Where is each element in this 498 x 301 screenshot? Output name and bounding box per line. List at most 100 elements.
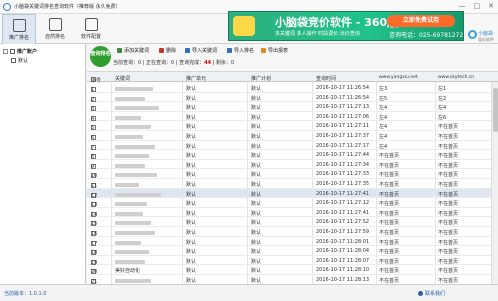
table-row[interactable]: 8 默认 默认 2016-10-17 11:27:44 不在首页 不在首页 [87,150,498,160]
import-icon [227,48,232,53]
collapse-icon[interactable] [3,49,8,54]
plan-cell: 默认 [251,268,262,275]
time-cell: 2016-10-17 11:26:54 [316,94,370,101]
brand-sub: 竞价软件 [478,37,494,42]
redacted-keyword [115,173,157,178]
add-keyword-button[interactable]: 添加关键词 [117,47,149,54]
unit-cell: 默认 [186,182,197,188]
tree-child[interactable]: 默认 [11,57,28,64]
operations-bar: 查询排名 添加关键词 删除 导入关键词 导入排名 导出报表 当前查询：0 | 正… [87,44,498,72]
plan-cell: 默认 [251,191,262,198]
table-row[interactable]: 6 默认 默认 2016-10-17 11:27:37 左4 不在首页 [87,131,498,141]
checkbox[interactable] [11,58,16,63]
time-cell: 2016-10-17 11:27:13 [316,104,370,111]
redacted-keyword [115,115,141,120]
redacted-keyword [115,240,141,245]
header-site-a[interactable]: www.yangxiu.net [379,75,418,80]
import-keyword-button[interactable]: 导入关键词 [185,47,217,54]
scrollbar-thumb[interactable] [493,88,498,132]
plan-cell: 默认 [251,134,262,140]
plan-cell: 默认 [251,153,262,160]
plan-cell: 默认 [251,220,262,227]
plan-cell: 默认 [251,143,262,150]
time-cell: 2016-10-17 11:27:59 [316,229,370,235]
table-row[interactable]: 13 默认 默认 2016-10-17 11:27:12 不在首页 不在首页 [87,198,498,208]
header-plan[interactable]: 推广计划 [251,75,271,82]
table-row[interactable]: 20 美好自动化 默认 默认 2016-10-17 11:28:10 不在首页 不在首页 [87,265,498,275]
keyword-cell: 美好自动化 [115,268,141,275]
time-cell: 2016-10-17 11:27:12 [316,200,370,207]
table-row[interactable]: 18 默认 默认 2016-10-17 11:28:04 不在首页 不在首页 [87,246,498,256]
rank-cell-site-b: 左4 [438,105,447,112]
vertical-scrollbar[interactable] [491,82,498,284]
plan-cell: 默认 [251,258,262,265]
table-row[interactable]: 10 默认 默认 2016-10-17 11:27:33 不在首页 不在首页 [87,169,498,179]
tab-label: 推广排名 [8,35,29,41]
brand-name: 小脑袋 [478,31,494,37]
header-unit[interactable]: 推广单元 [186,75,206,82]
table-row[interactable]: 4 默认 默认 2016-10-17 11:27:06 左4 左6 [87,112,498,122]
unit-cell: 默认 [186,278,197,284]
add-keyword-label: 添加关键词 [124,48,150,54]
table-row[interactable]: 19 默认 默认 2016-10-17 11:28:07 不在首页 不在首页 [87,256,498,266]
tab-promotion-rank[interactable]: 推广排名 [2,14,36,44]
unit-cell: 默认 [186,114,197,121]
tree-root[interactable]: 推广账户 [3,48,37,55]
rank-cell-site-a: 不在首页 [379,172,400,179]
table-row[interactable]: 1 默认 默认 2016-10-17 11:26:54 左3 左1 [87,83,498,93]
header-keyword[interactable]: 关键词 [115,75,130,82]
rank-cell-site-b: 不在首页 [438,220,459,227]
unit-cell: 默认 [186,249,197,256]
table-row[interactable]: 14 默认 默认 2016-10-17 11:27:41 不在首页 不在首页 [87,208,498,218]
plan-cell: 默认 [251,239,262,246]
banner-title: 小脑袋竞价软件 - 360版 [275,16,399,29]
stats-text: 当前查询：0 | 正在查询：0 | 查询完成： [113,60,205,66]
redacted-keyword [115,135,143,139]
delete-button[interactable]: 删除 [159,47,176,54]
ad-banner[interactable]: 小脑袋竞价软件 - 360版 多关键词 多人操作 时段调价 出价查询 立即免费试… [228,11,464,41]
time-cell: 2016-10-17 11:28:13 [316,277,370,283]
table-row[interactable]: 5 默认 默认 2016-10-17 11:27:11 左4 不在首页 [87,121,498,131]
window-controls: — □ ✕ [459,2,495,10]
time-cell: 2016-10-17 11:26:54 [316,85,370,91]
header-time[interactable]: 查询时间 [316,75,336,82]
table-row[interactable]: 2 默认 默认 2016-10-17 11:26:54 左5 左2 [87,93,498,103]
plan-cell: 默认 [251,172,262,179]
time-cell: 2016-10-17 11:27:33 [316,171,370,178]
table-row[interactable]: 16 默认 默认 2016-10-17 11:27:59 不在首页 不在首页 [87,227,498,237]
import-rank-button[interactable]: 导入排名 [227,47,254,54]
table-row[interactable]: 3 默认 默认 2016-10-17 11:27:13 左4 左4 [87,102,498,112]
import-icon [185,48,190,53]
rank-cell-site-a: 不在首页 [379,210,400,217]
redacted-keyword [115,231,155,235]
tab-settings[interactable]: 软件配置 [74,14,108,44]
table-row[interactable]: 7 默认 默认 2016-10-17 11:27:17 左4 不在首页 [87,141,498,151]
table-row[interactable]: 17 默认 默认 2016-10-17 11:28:01 不在首页 不在首页 [87,237,498,247]
redacted-keyword [115,221,151,226]
table-row[interactable]: 9 默认 默认 2016-10-17 11:27:34 不在首页 不在首页 [87,160,498,170]
rank-cell-site-a: 不在首页 [379,268,400,275]
contact-link[interactable]: 联系我们 [418,290,445,297]
tab-natural-rank[interactable]: 自然排名 [38,14,72,44]
maximize-icon[interactable]: □ [474,2,481,10]
checkbox[interactable] [10,49,15,54]
header-site-b[interactable]: www.skytech.cn [438,75,474,80]
export-report-button[interactable]: 导出报表 [261,47,288,54]
close-icon[interactable]: ✕ [488,2,494,10]
free-trial-button[interactable]: 立即免费试用 [387,15,455,27]
time-cell: 2016-10-17 11:27:35 [316,181,370,187]
table-row[interactable]: 12 默认 默认 2016-10-17 11:27:41 不在首页 不在首页 [87,188,498,199]
rank-cell-site-a: 不在首页 [379,201,400,208]
rank-cell-site-a: 左4 [379,143,388,150]
table-row[interactable]: 11 默认 默认 2016-10-17 11:27:35 不在首页 不在首页 [87,179,498,189]
table-row[interactable]: 21 默认 默认 2016-10-17 11:28:13 不在首页 不在首页 [87,275,498,284]
minimize-icon[interactable]: — [459,2,466,10]
rank-cell-site-b: 不在首页 [438,201,459,208]
table-row[interactable]: 15 默认 默认 2016-10-17 11:27:52 不在首页 不在首页 [87,217,498,227]
query-rank-button[interactable]: 查询排名 [90,46,111,67]
unit-cell: 默认 [186,191,197,198]
time-cell: 2016-10-17 11:27:34 [316,161,370,168]
time-cell: 2016-10-17 11:27:44 [316,152,370,159]
import-rank-label: 导入排名 [234,48,255,54]
rank-cell-site-b: 不在首页 [438,230,459,236]
